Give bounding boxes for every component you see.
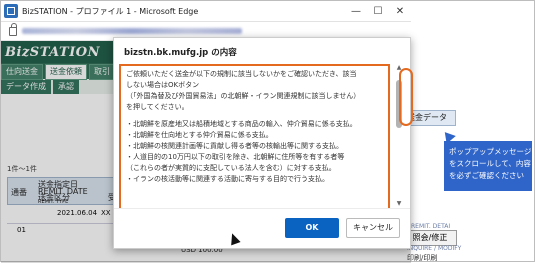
blurred-url <box>22 28 242 34</box>
message-line: ご依頼いただく送金が以下の規制に該当しないかをご確認いただき、該当 <box>126 70 357 78</box>
dialog-title: bizstn.bk.mufg.jp の内容 <box>124 48 237 58</box>
inquire-modify-sublabel: INQUIRE / MODIFY <box>407 245 462 252</box>
dialog-divider <box>114 208 410 209</box>
message-line: ・北朝鮮の核関連計画等に貢献し得る者等の核輸出等に関する支払。 <box>126 142 343 150</box>
callout-line: をスクロールして、内容 <box>449 159 531 168</box>
scrollbar-highlight <box>399 68 413 126</box>
message-line: を押してください。 <box>126 103 189 111</box>
remit-detail-label: REMIT. DETAI <box>411 223 451 230</box>
dialog-body[interactable]: ご依頼いただく送金が以下の規制に該当しないかをご確認いただき、該当 しない場合は… <box>118 64 398 208</box>
close-button[interactable]: ✕ <box>389 1 411 21</box>
message-line: しない場合はOKボタン <box>126 81 200 89</box>
scroll-down-icon[interactable]: ▼ <box>394 200 404 208</box>
app-window-icon <box>4 4 18 18</box>
inquire-modify-button[interactable]: 照会/修正 <box>403 230 457 246</box>
message-line: ・北朝鮮を仕向地とする仲介貿易に係る支払。 <box>126 131 273 139</box>
cancel-button[interactable]: キャンセル <box>346 218 400 238</box>
instruction-callout: ポップアップメッセージ をスクロールして、内容 を必ずご確認ください <box>444 141 532 191</box>
ok-button[interactable]: OK <box>285 218 339 238</box>
message-line: ・人道目的の10万円以下の取引を除き、北朝鮮に住所等を有する者等 <box>126 153 345 161</box>
message-line: （「外国為替及び外国貿易法」の北朝鮮・イラン関連規制に該当しません） <box>126 92 361 100</box>
confirm-dialog: bizstn.bk.mufg.jp の内容 ご依頼いただく送金が以下の規制に該当… <box>113 37 411 249</box>
maximize-button[interactable]: ☐ <box>367 1 389 21</box>
window-title: BizSTATION - プロファイル 1 - Microsoft Edge <box>22 6 199 16</box>
browser-titlebar: BizSTATION - プロファイル 1 - Microsoft Edge —… <box>1 1 411 22</box>
message-line: （これらの者が実質的に支配している法人を含む）に対する支払。 <box>126 164 336 172</box>
lock-icon <box>9 22 17 36</box>
message-line: ・イランの核活動等に関連する活動に寄与する目的で行う支払。 <box>126 175 329 183</box>
callout-line: ポップアップメッセージ <box>449 147 532 156</box>
message-highlight-box: ご依頼いただく送金が以下の規制に該当しないかをご確認いただき、該当 しない場合は… <box>119 64 390 208</box>
callout-line: を必ずご確認ください <box>449 171 524 180</box>
minimize-button[interactable]: — <box>345 1 367 21</box>
screenshot-frame: BizSTATION - プロファイル 1 - Microsoft Edge —… <box>0 0 535 263</box>
message-line: ・北朝鮮を原産地又は船積地域とする商品の輸入、仲介貿易に係る支払。 <box>126 120 357 128</box>
